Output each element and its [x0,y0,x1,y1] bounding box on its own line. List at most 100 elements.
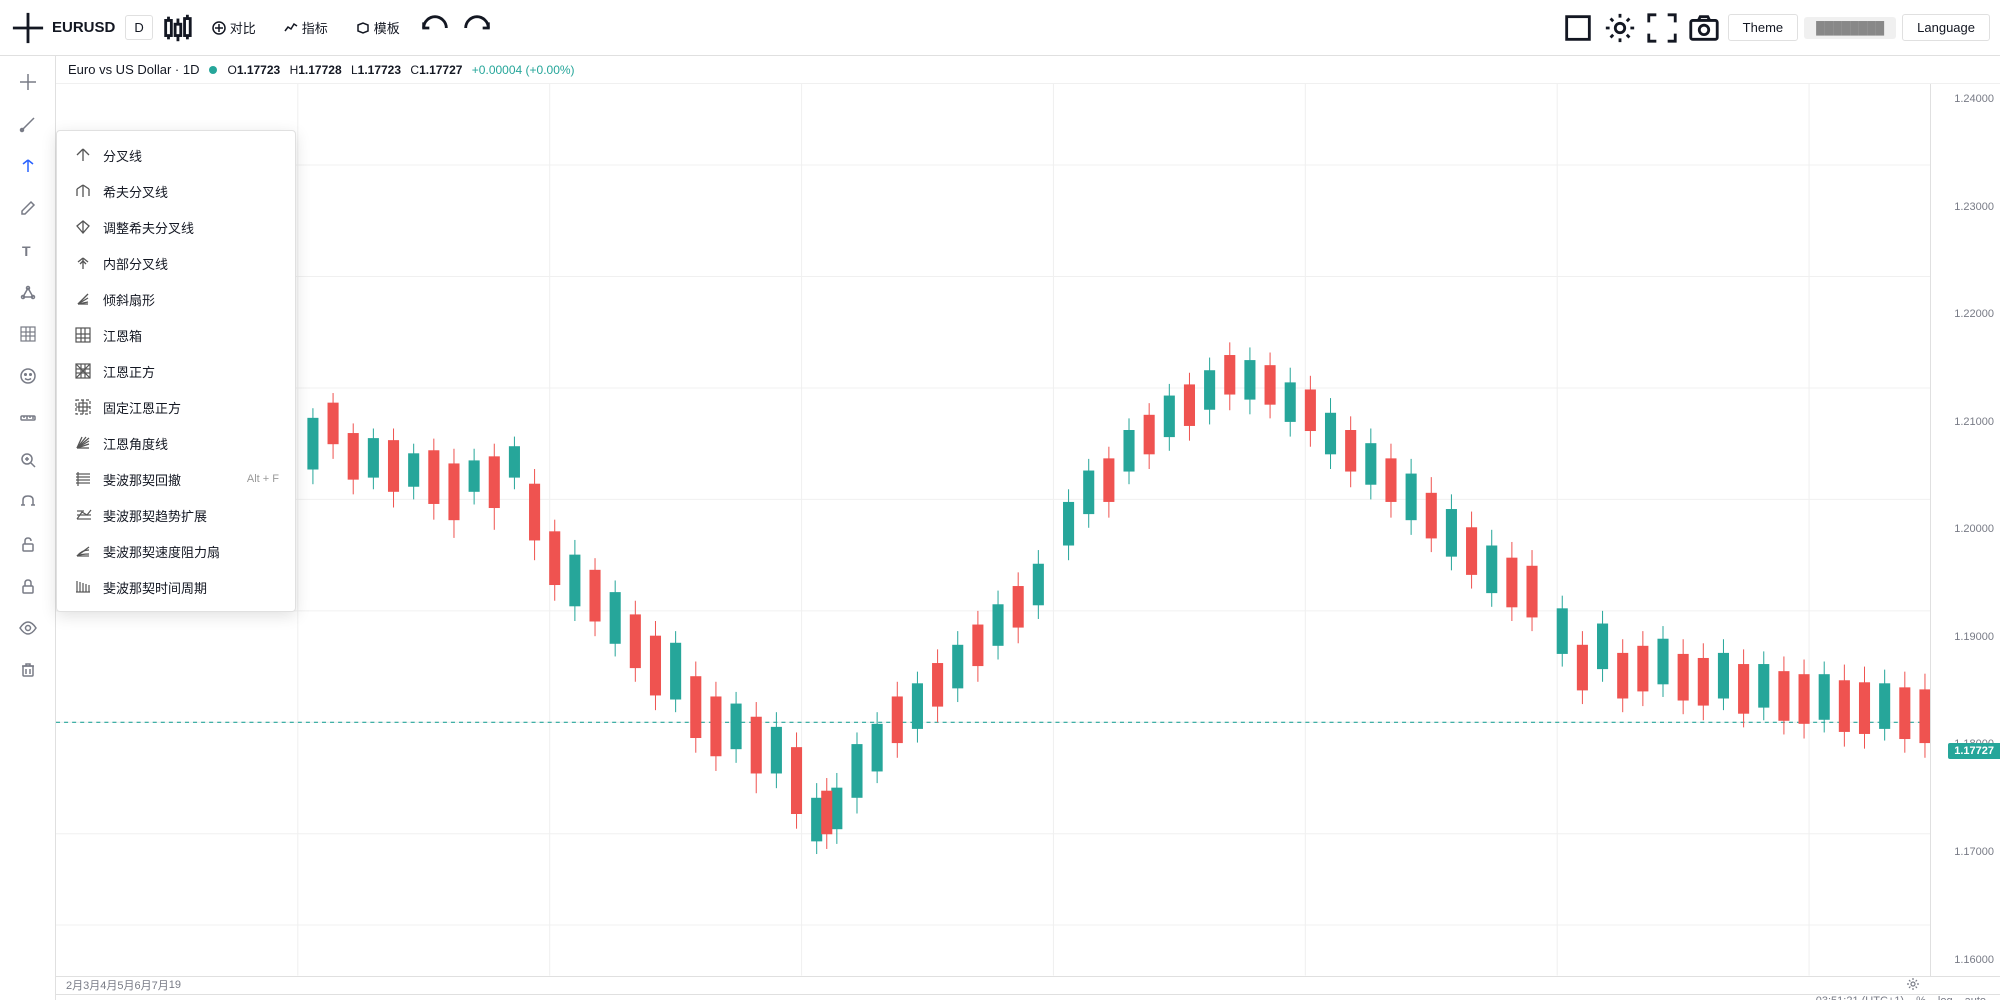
chart-area: Euro vs US Dollar · 1D O1.17723 H1.17728… [56,56,2000,1000]
schiff-icon [73,181,93,201]
dropdown-label-gann-fixed: 固定江恩正方 [103,398,181,417]
fork-tool-icon[interactable] [8,146,48,186]
dropdown-item-gann-box[interactable]: 江恩箱 [57,317,295,353]
theme-button[interactable]: Theme [1728,14,1798,41]
indicator-label: 指标 [302,18,328,37]
time-label-may: 5月 [117,977,134,993]
undo-btn[interactable] [417,10,453,46]
template-label: 模板 [374,18,400,37]
low-label: L1.17723 [351,63,401,77]
price-1.20: 1.20000 [1937,524,1994,535]
square-btn[interactable] [1560,10,1596,46]
price-1.24: 1.24000 [1937,94,1994,105]
chart-body: 1.24000 1.23000 1.22000 1.21000 1.20000 … [56,84,2000,976]
chart-title: Euro vs US Dollar · 1D [68,62,199,77]
fib-extension-icon [73,505,93,525]
ohlc-data: O1.17723 H1.17728 L1.17723 C1.17727 +0.0… [227,63,580,77]
line-draw-icon[interactable] [8,104,48,144]
pencil-icon[interactable] [8,188,48,228]
language-button[interactable]: Language [1902,14,1990,41]
fib-retracement-icon [73,469,93,489]
main-area: T [0,56,2000,1000]
time-axis: 2月 3月 4月 5月 6月 7月 19 [56,976,2000,994]
settings-btn[interactable] [1602,10,1638,46]
pitch-fan-icon [73,289,93,309]
log-toggle[interactable]: log [1938,995,1953,1000]
price-1.17: 1.17000 [1937,847,1994,858]
lock-open-icon[interactable] [8,524,48,564]
dropdown-item-gann-square[interactable]: 江恩正方 [57,353,295,389]
price-1.21: 1.21000 [1937,417,1994,428]
fork-icon [73,145,93,165]
modified-schiff-icon [73,217,93,237]
measure-grid-icon[interactable] [8,314,48,354]
dropdown-label-fib-ret: 斐波那契回撤 [103,470,181,489]
percent-toggle[interactable]: % [1916,995,1926,1000]
time-label-19: 19 [169,979,181,991]
dropdown-label-gann-square: 江恩正方 [103,362,155,381]
dropdown-item-fib-extension[interactable]: 斐波那契趋势扩展 [57,497,295,533]
magnet-icon[interactable] [8,482,48,522]
chart-svg [56,84,1930,976]
dropdown-item-fork[interactable]: 分叉线 [57,137,295,173]
current-price-badge: 1.17727 [1948,743,2000,759]
dropdown-item-pitch[interactable]: 倾斜扇形 [57,281,295,317]
time-label-jun: 6月 [135,977,152,993]
timeframe-selector[interactable]: D [125,15,152,40]
settings-gear-icon[interactable] [1906,977,1920,994]
crosshair-tool-btn[interactable] [10,10,46,46]
price-1.19: 1.19000 [1937,632,1994,643]
fib-speed-icon [73,541,93,561]
symbol-label[interactable]: EURUSD [52,19,115,36]
dropdown-item-gann-fixed[interactable]: 固定江恩正方 [57,389,295,425]
compare-btn[interactable]: 对比 [201,12,267,43]
open-label: O1.17723 [227,63,280,77]
time-label-mar: 3月 [83,977,100,993]
time-label-jul: 7月 [152,977,169,993]
time-label-feb: 2月 [66,977,83,993]
dropdown-label-modified: 调整希夫分叉线 [103,218,194,237]
ruler-icon[interactable] [8,398,48,438]
dropdown-item-fib-speed[interactable]: 斐波那契速度阻力扇 [57,533,295,569]
chart-type-btn[interactable] [159,10,195,46]
crosshair-icon[interactable] [8,62,48,102]
node-icon[interactable] [8,272,48,312]
timestamp: 03:51:21 (UTC+1) [1816,995,1904,1000]
chart-header: Euro vs US Dollar · 1D O1.17723 H1.17728… [56,56,2000,84]
zoom-icon[interactable] [8,440,48,480]
close-value: 1.17727 [419,63,462,77]
dropdown-item-inner[interactable]: 内部分叉线 [57,245,295,281]
inner-fork-icon [73,253,93,273]
trash-icon[interactable] [8,650,48,690]
dropdown-label-schiff: 希夫分叉线 [103,182,168,201]
price-dot [209,66,217,74]
chart-canvas[interactable] [56,84,1930,976]
auto-toggle[interactable]: auto [1965,995,1986,1000]
dropdown-item-gann-angle[interactable]: 江恩角度线 [57,425,295,461]
compare-label: 对比 [230,18,256,37]
dropdown-item-fib-time[interactable]: 斐波那契时间周期 [57,569,295,605]
indicator-btn[interactable]: 指标 [273,12,339,43]
screenshot-btn[interactable] [1686,10,1722,46]
gann-fixed-icon [73,397,93,417]
gann-box-icon [73,325,93,345]
left-sidebar: T [0,56,56,1000]
high-value: 1.17728 [298,63,341,77]
dropdown-menu: 分叉线 希夫分叉线 调整希夫分叉线 [56,130,296,612]
change-value: +0.00004 (+0.00%) [472,63,575,77]
emoji-icon[interactable] [8,356,48,396]
user-badge[interactable]: ████████ [1804,17,1896,39]
eye-icon[interactable] [8,608,48,648]
gann-angle-icon [73,433,93,453]
low-value: 1.17723 [358,63,401,77]
redo-btn[interactable] [459,10,495,46]
template-btn[interactable]: 模板 [345,12,411,43]
text-icon[interactable]: T [8,230,48,270]
fullscreen-btn[interactable] [1644,10,1680,46]
high-label: H1.17728 [290,63,342,77]
lock-icon[interactable] [8,566,48,606]
dropdown-item-fib-retracement[interactable]: 斐波那契回撤 Alt + F [57,461,295,497]
dropdown-label-pitch: 倾斜扇形 [103,290,155,309]
dropdown-item-modified-schiff[interactable]: 调整希夫分叉线 [57,209,295,245]
dropdown-item-schiff[interactable]: 希夫分叉线 [57,173,295,209]
